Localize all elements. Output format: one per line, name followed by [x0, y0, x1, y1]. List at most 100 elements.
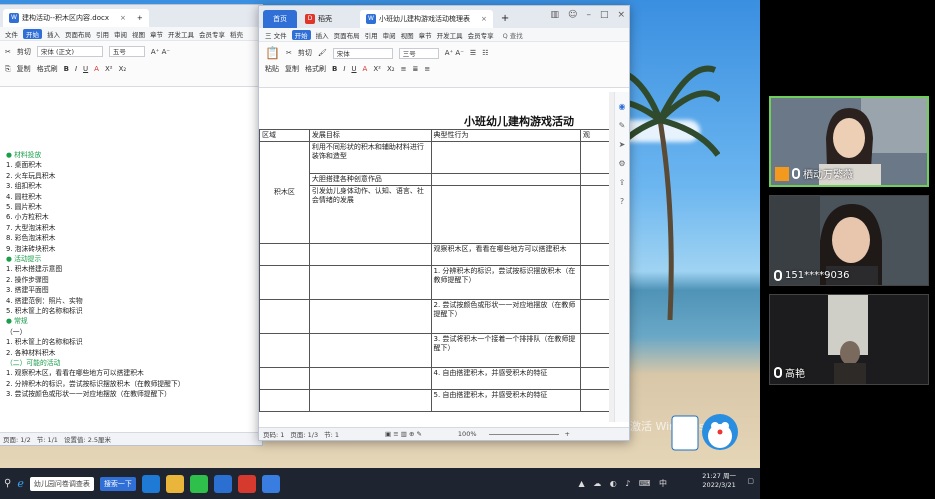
format-painter-label[interactable]: 格式刷	[37, 64, 58, 74]
fg-tab-document[interactable]: W 小班幼儿建构游戏活动梳理表 ×	[360, 10, 493, 28]
grow-font-icon[interactable]: A⁺ A⁻	[445, 49, 464, 57]
fg-document-page[interactable]: 小班幼儿建构游戏活动 区域 发展目标 典型性行为 观 积木区 利用不同形状的积木…	[259, 92, 611, 422]
bg-menu-reference[interactable]: 引用	[96, 29, 109, 39]
layout-icon[interactable]: ▥	[551, 10, 560, 20]
system-clock[interactable]: 21:27 周一 2022/3/21	[702, 472, 736, 490]
bg-menu-review[interactable]: 审阅	[114, 29, 127, 39]
fg-menu-chapter[interactable]: 章节	[419, 30, 432, 40]
wps-app-icon[interactable]	[237, 474, 256, 493]
subscript-icon[interactable]: X₂	[119, 65, 127, 73]
bg-menu-layout[interactable]: 页面布局	[65, 29, 91, 39]
pointer-icon[interactable]: ➤	[615, 140, 629, 149]
font-color-icon[interactable]: A	[94, 65, 99, 73]
fg-menu-start[interactable]: 开始	[291, 29, 311, 40]
close-window-icon[interactable]: ×	[617, 10, 625, 20]
new-tab-icon[interactable]: +	[137, 14, 143, 22]
align-left-icon[interactable]: ≡	[401, 65, 407, 73]
copy-icon[interactable]: ⎘	[5, 65, 11, 74]
cut-icon[interactable]: ✂	[5, 48, 11, 56]
fg-cut-label[interactable]: 剪切	[298, 48, 312, 58]
meeting-app-icon[interactable]	[261, 474, 280, 493]
minimize-icon[interactable]: –	[586, 10, 591, 20]
fg-tab-home[interactable]: 首页	[263, 10, 297, 28]
participant-video-1[interactable]: 栖动万繁薇	[769, 96, 929, 187]
browser-icon[interactable]: ℯ	[17, 477, 24, 490]
bg-menu-chapter[interactable]: 章节	[150, 29, 163, 39]
underline-icon[interactable]: U	[83, 65, 88, 73]
fg-menu-layout[interactable]: 页面布局	[334, 30, 360, 40]
fg-paste-label[interactable]: 粘贴	[265, 64, 279, 74]
location-icon[interactable]: ◉	[615, 102, 629, 111]
fg-search[interactable]: Q 查找	[503, 30, 523, 40]
view-mode-icons[interactable]: ▣ ≡ ▥ ⊕ ✎	[385, 430, 422, 438]
close-icon[interactable]: ×	[120, 14, 126, 22]
bg-document-page[interactable]: ● 材料投放 1. 桌面积木 2. 火车玩具积木 3. 组扣积木 4. 圆柱积木 5. 圆…	[0, 87, 262, 433]
new-tab-icon[interactable]: +	[501, 13, 509, 24]
account-icon[interactable]: ☺	[568, 10, 577, 20]
participant-video-3[interactable]: 高艳	[769, 294, 929, 385]
grow-font-icon[interactable]: A⁺ A⁻	[151, 48, 170, 56]
taskbar-search-button[interactable]: 搜索一下	[99, 476, 136, 491]
fg-format-label[interactable]: 格式刷	[305, 64, 326, 74]
paste-icon[interactable]: 📋	[265, 46, 280, 60]
fg-menu-reference[interactable]: 引用	[365, 30, 378, 40]
bg-font-size-select[interactable]: 五号	[108, 46, 145, 57]
format-painter-icon[interactable]: 🖌	[318, 49, 327, 57]
search-icon[interactable]: ⚲	[4, 478, 11, 489]
fg-font-name-select[interactable]: 宋体	[332, 47, 393, 59]
tray-icons[interactable]: ▲ ☁ ◐ ♪ ⌨ 中	[579, 478, 671, 489]
cut-icon[interactable]: ✂	[286, 49, 292, 57]
subscript-icon[interactable]: X₂	[387, 65, 395, 73]
font-color-icon[interactable]: A	[363, 65, 368, 73]
bold-icon[interactable]: B	[64, 65, 69, 73]
align-right-icon[interactable]: ≡	[424, 65, 430, 73]
edge-app-icon[interactable]	[141, 474, 160, 493]
align-center-icon[interactable]: ≣	[412, 65, 418, 73]
share-icon[interactable]: ⇪	[615, 178, 629, 187]
bg-menu-daoke[interactable]: 稻壳	[230, 29, 243, 39]
underline-icon[interactable]: U	[351, 65, 356, 73]
fg-copy-label[interactable]: 复制	[285, 64, 299, 74]
maximize-icon[interactable]: □	[600, 10, 609, 20]
bg-document-tab[interactable]: W 建构活动--积木区内容.docx × +	[3, 9, 149, 27]
fg-menu-member[interactable]: 会员专享	[468, 30, 494, 40]
bg-font-name-select[interactable]: 宋体 (正文)	[36, 46, 103, 57]
number-list-icon[interactable]: ☷	[482, 49, 488, 57]
fg-tab-daoke[interactable]: D 稻壳	[299, 10, 338, 28]
help-icon[interactable]: ?	[615, 197, 629, 206]
fg-menu-file[interactable]: 三 文件	[265, 30, 287, 40]
zoom-slider[interactable]	[488, 433, 559, 435]
explorer-app-icon[interactable]	[165, 474, 184, 493]
copy-label[interactable]: 复制	[17, 64, 31, 74]
bg-menu-file[interactable]: 文件	[5, 29, 18, 39]
zoom-level[interactable]: 100%	[458, 430, 477, 438]
background-document-window[interactable]: W 建构活动--积木区内容.docx × + 文件 开始 插入 页面布局 引用 …	[0, 4, 263, 446]
settings-icon[interactable]: ⚙	[615, 159, 629, 168]
mail-app-icon[interactable]	[213, 474, 232, 493]
bullet-list-icon[interactable]: ☰	[470, 49, 476, 57]
bg-menu-start[interactable]: 开始	[23, 28, 42, 39]
fg-menu-review[interactable]: 审阅	[383, 30, 396, 40]
fg-menu-view[interactable]: 视图	[401, 30, 414, 40]
fg-font-size-select[interactable]: 三号	[398, 47, 439, 59]
close-icon[interactable]: ×	[481, 15, 487, 23]
superscript-icon[interactable]: X²	[373, 65, 381, 73]
pen-icon[interactable]: ✎	[615, 121, 629, 130]
bold-icon[interactable]: B	[332, 65, 337, 73]
bg-menu-insert[interactable]: 插入	[47, 29, 60, 39]
superscript-icon[interactable]: X²	[105, 65, 113, 73]
fg-menu-insert[interactable]: 插入	[316, 30, 329, 40]
bg-menu-devtools[interactable]: 开发工具	[168, 29, 194, 39]
fg-menu-devtools[interactable]: 开发工具	[437, 30, 463, 40]
bg-menu-view[interactable]: 视图	[132, 29, 145, 39]
italic-icon[interactable]: I	[75, 65, 77, 73]
zoom-in-icon[interactable]: +	[565, 430, 570, 438]
taskbar-search-input[interactable]: 幼儿园问卷调查表	[29, 476, 94, 491]
cut-label[interactable]: 剪切	[17, 47, 31, 57]
bg-menu-member[interactable]: 会员专享	[199, 29, 225, 39]
wechat-app-icon[interactable]	[189, 474, 208, 493]
foreground-document-window[interactable]: 首页 D 稻壳 W 小班幼儿建构游戏活动梳理表 × + ▥ ☺ – □ × 三 …	[258, 5, 630, 441]
notification-icon[interactable]: ▢	[747, 477, 754, 485]
italic-icon[interactable]: I	[343, 65, 345, 73]
participant-video-2[interactable]: 151****9036	[769, 195, 929, 286]
